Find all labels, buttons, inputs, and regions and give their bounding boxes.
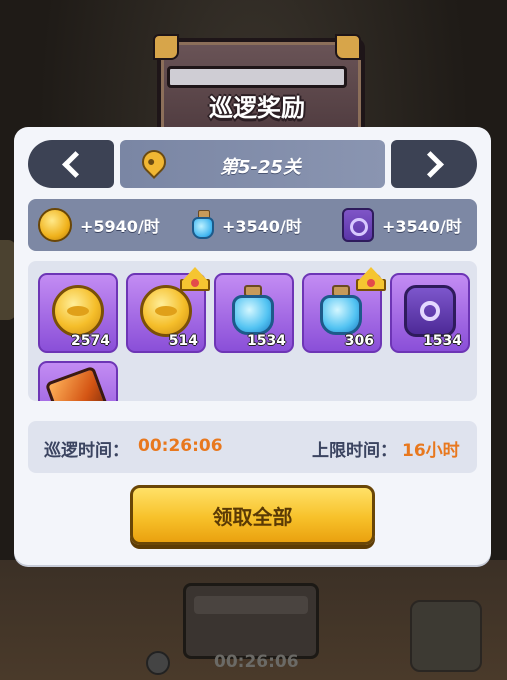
rate-gold: +5940/时 [38, 199, 160, 251]
rate-potion-value: +3540/时 [222, 217, 302, 236]
income-rates: +5940/时 +3540/时 +3540/时 [28, 199, 477, 251]
rate-gold-value: +5940/时 [80, 217, 160, 236]
clock-icon [146, 651, 170, 675]
reward-item[interactable]: 514 [126, 267, 210, 353]
blue-potion-icon [316, 285, 368, 337]
stage-label: 第5-25关 [220, 157, 302, 178]
patrol-time-value: 00:26:06 [138, 436, 223, 456]
background-chest [183, 583, 319, 659]
gold-coin-icon [38, 208, 72, 242]
gold-coin-icon [140, 285, 192, 337]
limit-time-value: 16小时 [402, 441, 460, 461]
rate-scroll: +3540/时 [342, 199, 462, 251]
patrol-time-label: 巡逻时间： [44, 441, 129, 461]
orange-gem-icon [44, 365, 112, 401]
reward-item[interactable]: 1534 [390, 273, 470, 353]
rate-scroll-value: +3540/时 [382, 217, 462, 236]
background-timer: 00:26:06 [214, 652, 299, 672]
reward-count: 514 [168, 333, 198, 349]
location-pin-icon [137, 145, 171, 179]
rate-potion: +3540/时 [192, 199, 302, 251]
chevron-left-icon [61, 150, 89, 178]
reward-count: 2574 [71, 333, 110, 349]
stage-label-box: 第5-25关 [120, 140, 385, 188]
reward-item[interactable]: 2574 [38, 273, 118, 353]
title-chest: 巡逻奖励 [153, 30, 365, 140]
chest-band [167, 66, 347, 88]
reward-grid: 2574 514 1534 306 1534 [28, 261, 477, 401]
reward-count: 306 [344, 333, 374, 349]
reward-count: 1534 [423, 333, 462, 349]
limit-time-label: 上限时间： [312, 441, 397, 461]
panel-title: 巡逻奖励 [209, 94, 305, 122]
next-stage-button[interactable] [391, 140, 477, 188]
reward-item[interactable]: 1534 [214, 273, 294, 353]
prev-stage-button[interactable] [28, 140, 114, 188]
crown-icon [180, 267, 210, 291]
gold-coin-icon [52, 285, 104, 337]
blue-potion-icon [192, 210, 214, 240]
purple-scroll-icon [342, 208, 374, 242]
reward-item[interactable] [38, 361, 118, 401]
purple-scroll-icon [404, 285, 456, 337]
chevron-right-icon [416, 150, 444, 178]
stage-selector: 第5-25关 [28, 140, 477, 188]
claim-all-button[interactable]: 领取全部 [130, 485, 375, 545]
patrol-reward-panel: 第5-25关 +5940/时 +3540/时 +3540/时 2574 514 [14, 127, 491, 565]
blue-potion-icon [228, 285, 280, 337]
crown-icon [356, 267, 386, 291]
claim-all-label: 领取全部 [212, 504, 293, 529]
patrol-times: 巡逻时间： 00:26:06 上限时间： 16小时 [28, 421, 477, 473]
reward-item[interactable]: 306 [302, 267, 386, 353]
background-side-button [410, 600, 482, 672]
reward-count: 1534 [247, 333, 286, 349]
